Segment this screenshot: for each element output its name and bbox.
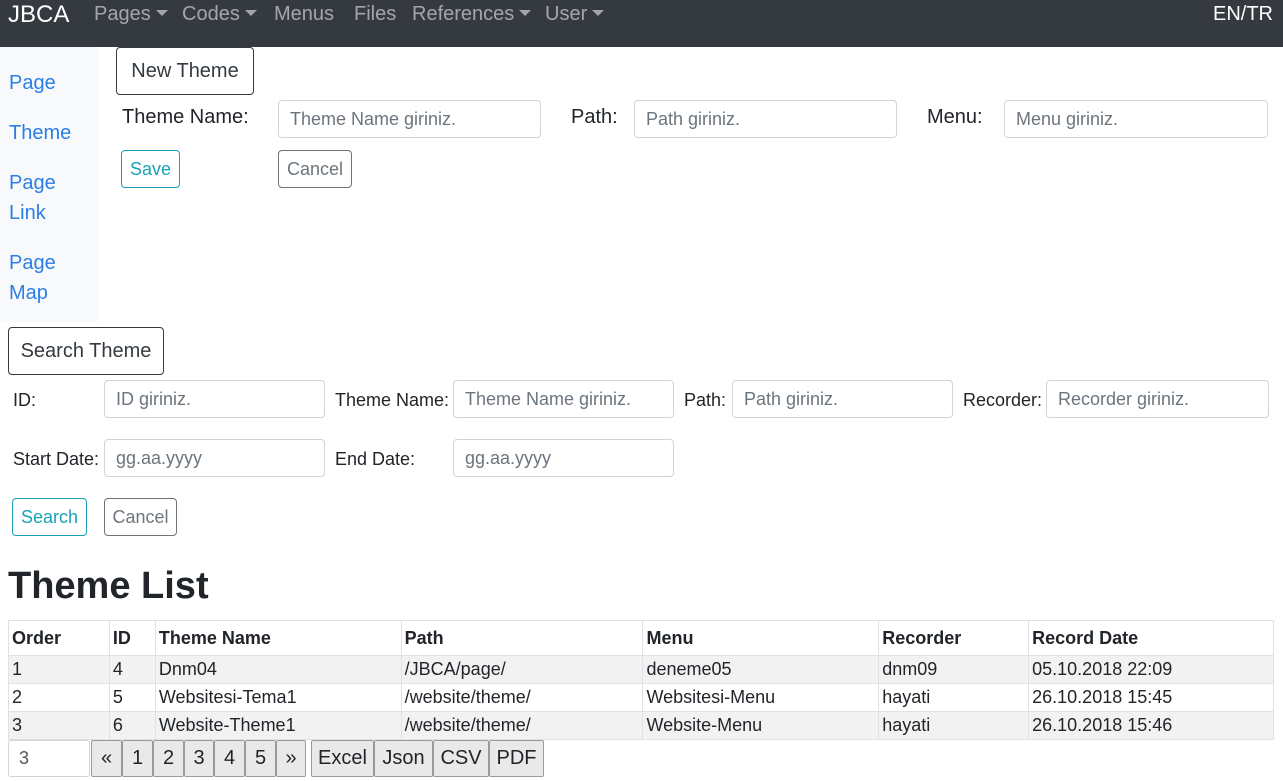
search-recorder-label: Recorder:: [963, 390, 1043, 410]
theme-list-title: Theme List: [8, 565, 209, 607]
search-theme-name-label: Theme Name:: [335, 390, 450, 410]
export-json-button[interactable]: Json: [374, 740, 433, 777]
brand-logo[interactable]: JBCA: [8, 0, 69, 30]
sidebar-item-page-map[interactable]: Page Map: [9, 248, 56, 308]
new-theme-menu-label: Menu:: [927, 106, 983, 128]
cell-order: 1: [8, 655, 110, 684]
column-header-recorder[interactable]: Recorder: [878, 620, 1030, 656]
search-path-input[interactable]: [732, 380, 953, 418]
cell-record-date: 05.10.2018 22:09: [1028, 655, 1274, 684]
search-recorder-input[interactable]: [1046, 380, 1269, 418]
search-start-date-input[interactable]: [104, 439, 325, 477]
cell-recorder: dnm09: [878, 655, 1030, 684]
cell-menu: Websitesi-Menu: [642, 683, 880, 712]
cell-path: /JBCA/page/: [400, 655, 644, 684]
search-cancel-button[interactable]: Cancel: [104, 498, 177, 536]
search-id-label: ID:: [13, 390, 37, 410]
nav-references-label: References: [412, 3, 515, 25]
cell-order: 3: [8, 711, 110, 740]
top-navbar: JBCA Pages Codes Menus Files References …: [0, 0, 1283, 47]
cell-menu: deneme05: [642, 655, 880, 684]
cell-record-date: 26.10.2018 15:46: [1028, 711, 1274, 740]
export-csv-button[interactable]: CSV: [433, 740, 489, 777]
cell-record-date: 26.10.2018 15:45: [1028, 683, 1274, 712]
next-page-button[interactable]: »: [276, 740, 306, 777]
column-header-record-date[interactable]: Record Date: [1028, 620, 1274, 656]
language-toggle[interactable]: EN/TR: [1213, 0, 1273, 28]
search-theme-name-input[interactable]: [453, 380, 674, 418]
nav-files[interactable]: Files: [354, 0, 396, 28]
new-theme-button[interactable]: New Theme: [116, 47, 254, 95]
cell-theme-name: Website-Theme1: [154, 711, 402, 740]
sidebar: Page Theme Page Link Page Map: [0, 47, 98, 322]
chevron-down-icon: [519, 9, 532, 16]
theme-table: Order ID Theme Name Path Menu Recorder R…: [8, 620, 1274, 740]
column-header-id[interactable]: ID: [108, 620, 156, 656]
cell-path: /website/theme/: [400, 711, 644, 740]
cell-id: 4: [108, 655, 156, 684]
page-size-input[interactable]: [8, 740, 90, 777]
cell-id: 5: [108, 683, 156, 712]
search-end-date-input[interactable]: [453, 439, 674, 477]
nav-user[interactable]: User: [545, 0, 605, 28]
search-button[interactable]: Search: [12, 498, 87, 536]
table-row[interactable]: 2 5 Websitesi-Tema1 /website/theme/ Webs…: [8, 683, 1274, 712]
table-row[interactable]: 3 6 Website-Theme1 /website/theme/ Websi…: [8, 711, 1274, 740]
cell-recorder: hayati: [878, 711, 1030, 740]
prev-page-button[interactable]: «: [91, 740, 122, 777]
cell-menu: Website-Menu: [642, 711, 880, 740]
column-header-order[interactable]: Order: [8, 620, 110, 656]
new-theme-path-input[interactable]: [634, 100, 897, 138]
page-button-3[interactable]: 3: [184, 740, 214, 777]
table-row[interactable]: 1 4 Dnm04 /JBCA/page/ deneme05 dnm09 05.…: [8, 655, 1274, 684]
nav-pages[interactable]: Pages: [94, 0, 168, 28]
search-theme-button[interactable]: Search Theme: [8, 327, 164, 375]
nav-pages-label: Pages: [94, 3, 151, 25]
page-button-5[interactable]: 5: [245, 740, 276, 777]
new-theme-name-input[interactable]: [278, 100, 541, 138]
chevron-down-icon: [244, 9, 257, 16]
new-theme-path-label: Path:: [571, 106, 618, 128]
sidebar-item-page[interactable]: Page: [9, 68, 56, 98]
nav-menus[interactable]: Menus: [274, 0, 334, 28]
new-theme-name-label: Theme Name:: [122, 106, 249, 128]
cell-theme-name: Dnm04: [154, 655, 402, 684]
chevron-down-icon: [592, 9, 605, 16]
export-pdf-button[interactable]: PDF: [489, 740, 544, 777]
nav-codes-label: Codes: [182, 3, 240, 25]
search-id-input[interactable]: [104, 380, 325, 418]
chevron-down-icon: [155, 9, 168, 16]
search-path-label: Path:: [684, 390, 727, 410]
nav-menus-label: Menus: [274, 3, 335, 25]
page-button-2[interactable]: 2: [153, 740, 184, 777]
page-button-1[interactable]: 1: [122, 740, 153, 777]
cell-theme-name: Websitesi-Tema1: [154, 683, 402, 712]
cell-id: 6: [108, 711, 156, 740]
column-header-menu[interactable]: Menu: [642, 620, 880, 656]
nav-user-label: User: [545, 3, 588, 25]
search-end-date-label: End Date:: [335, 449, 416, 469]
sidebar-item-theme[interactable]: Theme: [9, 118, 71, 148]
nav-files-label: Files: [354, 3, 397, 25]
nav-references[interactable]: References: [412, 0, 532, 28]
nav-codes[interactable]: Codes: [182, 0, 257, 28]
new-theme-cancel-button[interactable]: Cancel: [278, 150, 352, 188]
column-header-theme-name[interactable]: Theme Name: [154, 620, 402, 656]
search-start-date-label: Start Date:: [13, 449, 100, 469]
page-button-4[interactable]: 4: [214, 740, 245, 777]
export-excel-button[interactable]: Excel: [311, 740, 374, 777]
table-header-row: Order ID Theme Name Path Menu Recorder R…: [8, 620, 1274, 656]
cell-path: /website/theme/: [400, 683, 644, 712]
save-button[interactable]: Save: [121, 150, 180, 188]
cell-recorder: hayati: [878, 683, 1030, 712]
new-theme-menu-input[interactable]: [1004, 100, 1268, 138]
sidebar-item-page-link[interactable]: Page Link: [9, 168, 56, 228]
column-header-path[interactable]: Path: [400, 620, 644, 656]
cell-order: 2: [8, 683, 110, 712]
